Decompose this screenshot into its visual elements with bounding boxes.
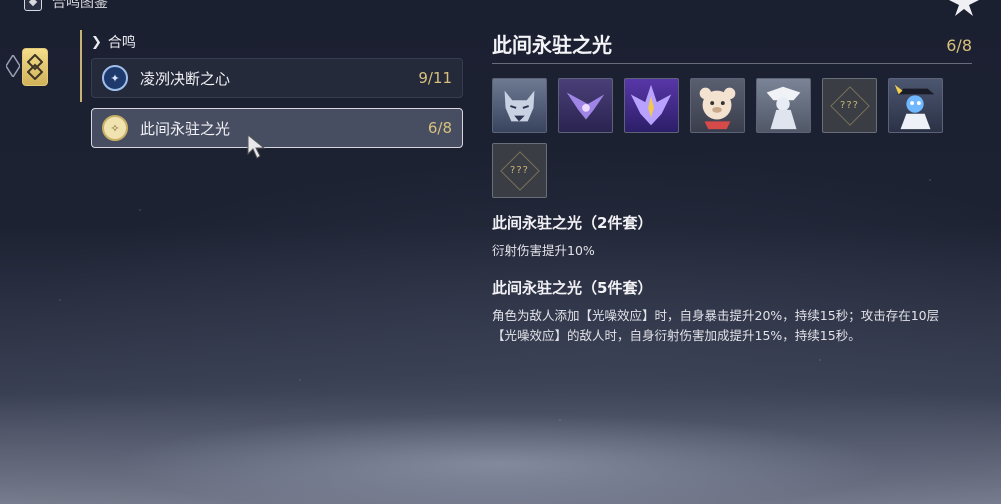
wolf-echo-icon[interactable] (492, 78, 547, 133)
bonus-description: 角色为敌人添加【光噪效应】时，自身暴击提升20%，持续15秒；攻击存在10层【光… (492, 308, 940, 343)
set-item-name: 凌冽决断之心 (140, 69, 231, 88)
echo-grid: ??? ??? (492, 78, 962, 198)
top-bar: 合鸣图鉴 (24, 0, 108, 12)
detail-count: 6/8 (946, 36, 972, 55)
light-sigil-icon: ✧ (102, 115, 128, 141)
detail-panel: 此间永驻之光 6/8 ??? ??? 此间永驻之光（2件套） 衍射伤害提升10%… (492, 30, 972, 346)
set-item-name: 此间永驻之光 (140, 119, 231, 138)
bonus-title: 此间永驻之光（5件套） (492, 279, 653, 297)
chevron-right-icon: ❯ (91, 34, 102, 50)
set-item-eternal-radiance[interactable]: ✧ 此间永驻之光 6/8 (91, 108, 463, 148)
codex-icon (24, 0, 42, 11)
set-item-count: 6/8 (427, 119, 452, 137)
set-item-frosty-resolve[interactable]: ✦ 凌冽决断之心 9/11 (91, 58, 463, 98)
set-list: ❯ 合鸣 ✦ 凌冽决断之心 9/11 ✧ 此间永驻之光 6/8 (91, 30, 463, 148)
divider (492, 63, 972, 64)
unknown-echo-icon[interactable]: ??? (492, 143, 547, 198)
unknown-echo-icon[interactable]: ??? (822, 78, 877, 133)
bonus-title: 此间永驻之光（2件套） (492, 214, 653, 232)
sidebar-tab-sonata[interactable] (22, 48, 48, 86)
white-robe-echo-icon[interactable] (756, 78, 811, 133)
unknown-echo-label: ??? (840, 100, 859, 111)
close-star-icon[interactable] (949, 0, 979, 16)
window-title: 合鸣图鉴 (52, 0, 108, 11)
unknown-echo-label: ??? (510, 165, 529, 176)
snowflake-icon: ✦ (102, 65, 128, 91)
sonata-tab-icon (27, 54, 43, 80)
bonus-description: 衍射伤害提升10% (492, 243, 595, 258)
sidebar-deco-icon (6, 55, 20, 77)
category-label: 合鸣 (107, 35, 136, 51)
set-item-count: 9/11 (418, 69, 452, 87)
purple-bird-echo-icon[interactable] (558, 78, 613, 133)
set-bonus-2pc: 此间永驻之光（2件套） 衍射伤害提升10% (492, 212, 972, 261)
bear-echo-icon[interactable] (690, 78, 745, 133)
violet-wing-echo-icon[interactable] (624, 78, 679, 133)
set-bonus-5pc: 此间永驻之光（5件套） 角色为敌人添加【光噪效应】时，自身暴击提升20%，持续1… (492, 277, 972, 346)
category-header[interactable]: ❯ 合鸣 (91, 30, 463, 54)
list-accent-bar (80, 30, 82, 102)
detail-title: 此间永驻之光 (492, 33, 612, 57)
hat-figure-echo-icon[interactable] (888, 78, 943, 133)
mouse-cursor-icon (247, 134, 266, 159)
